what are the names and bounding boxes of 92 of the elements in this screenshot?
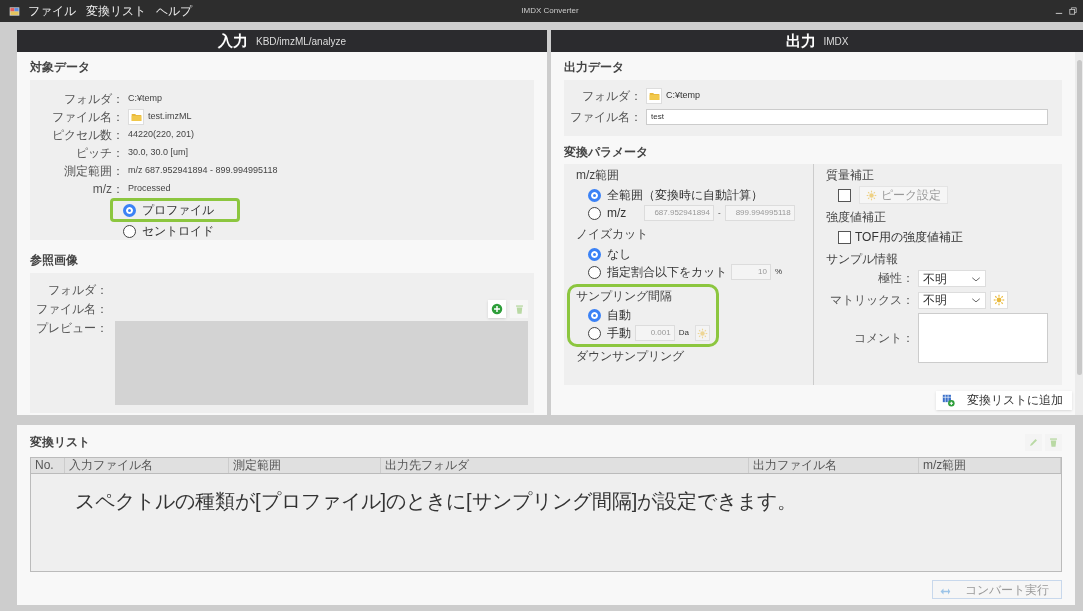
field-label: ファイル名： [569,109,642,125]
field-label: フォルダ： [47,282,108,298]
panel-title: 入力 [218,30,248,51]
field-label: 極性： [877,271,914,286]
field-value: 30.0, 30.0 [um] [128,146,189,160]
folder-icon [648,90,660,102]
chevron-down-icon [971,274,981,283]
column-header[interactable]: m/z範囲 [919,458,1061,473]
field-label: ピクセル数： [51,127,124,143]
radio-label: m/z [607,207,627,219]
scrollbar[interactable] [1075,52,1083,415]
field-value: Processed [128,182,171,196]
group-heading: ノイズカット [576,227,649,242]
field-value: C:¥temp [128,92,162,106]
group-heading: ダウンサンプリング [576,349,685,364]
section-heading: 変換リスト [30,434,90,450]
range-separator: - [718,207,721,219]
field-label: m/z： [91,181,124,197]
trash-icon [1048,436,1059,448]
radio-label: プロファイル [142,204,214,216]
panel-subtitle: IMDX [823,34,849,49]
add-button[interactable] [488,300,506,318]
field-label: コメント： [853,330,914,346]
field-value: test.imzML [148,110,192,124]
field-label: マトリックス： [829,292,914,308]
gear-icon [993,294,1005,306]
column-header[interactable]: 出力ファイル名 [749,458,919,473]
pencil-icon [1028,436,1039,448]
radio-label: 指定割合以下をカット [607,266,727,278]
radio-button[interactable] [588,326,601,340]
menu-item[interactable]: ヘルプ [156,2,192,20]
unit-label: Da [678,327,689,339]
group-heading: サンプリング間隔 [576,289,673,304]
field-value: C:¥temp [666,89,700,103]
field-label: フォルダ： [63,91,124,107]
group-heading: 強度値補正 [826,210,887,225]
section-heading: 対象データ [30,60,91,75]
app-icon [9,5,20,17]
chevron-down-icon [971,296,981,304]
plus-circle-icon [491,303,503,315]
column-header[interactable]: 測定範囲 [229,458,381,473]
radio-button[interactable] [588,265,601,279]
checkbox[interactable] [838,230,851,244]
folder-icon [130,111,142,123]
field-label: プレビュー： [35,321,108,337]
field-value: m/z 687.952941894 - 899.994995118 [128,164,278,178]
radio-button[interactable] [588,247,601,261]
list-add-icon [942,393,955,407]
column-header[interactable]: No. [31,458,65,473]
section-heading: 参照画像 [30,253,79,268]
checkbox[interactable] [838,188,851,202]
column-header[interactable]: 入力ファイル名 [65,458,229,473]
panel-subtitle: KBD/imzML/analyze [256,34,346,49]
radio-button[interactable] [588,206,601,220]
scrollbar-thumb[interactable] [1076,60,1082,375]
radio-label: 手動 [607,327,631,339]
radio-button[interactable] [588,188,601,202]
menu-item[interactable]: 変換リスト [86,2,146,20]
checkbox-label: TOF用の強度値補正 [855,229,963,246]
group-heading: m/z範囲 [576,168,621,183]
input-field[interactable]: test [646,109,1048,125]
gear-icon [866,189,877,201]
radio-label: 全範囲（変換時に自動計算） [607,189,763,201]
group-heading: 質量補正 [826,168,875,183]
radio-button[interactable] [123,203,136,217]
add-to-list-button[interactable]: 変換リストに追加 [936,390,1072,410]
radio-label: セントロイド [142,225,214,237]
field-label: 測定範囲： [63,163,124,179]
trash-icon [513,303,525,315]
panel-title: 出力 [785,30,816,51]
radio-label: なし [607,248,631,260]
gear-icon [696,327,708,339]
comment-field[interactable] [918,313,1048,363]
radio-button[interactable] [588,308,601,322]
field-label: ピッチ： [75,145,124,161]
radio-button[interactable] [123,224,136,238]
field-label: ファイル名： [51,109,124,125]
dropdown[interactable]: 不明 [918,270,986,287]
group-heading: サンプル情報 [826,252,899,267]
restore-icon[interactable] [1069,7,1077,15]
window-title: IMDX Converter [520,5,580,17]
column-header[interactable]: 出力先フォルダ [381,458,749,473]
section-heading: 変換パラメータ [564,145,649,160]
unit-label: % [775,266,783,278]
section-heading: 出力データ [564,60,625,75]
field-label: フォルダ： [581,88,642,104]
field-label: ファイル名： [35,301,108,317]
dropdown[interactable]: 不明 [918,291,986,309]
field-value: 44220(220, 201) [128,128,195,142]
radio-label: 自動 [607,309,631,321]
instruction-text: スペクトルの種類が[プロファイル]のときに[サンプリング間隔]が設定できます。 [75,489,799,514]
menu-item[interactable]: ファイル [28,2,76,20]
